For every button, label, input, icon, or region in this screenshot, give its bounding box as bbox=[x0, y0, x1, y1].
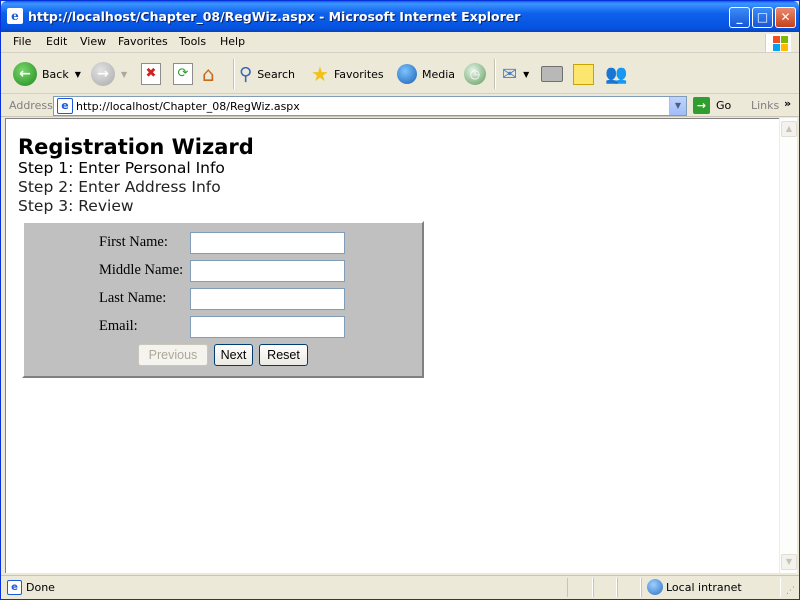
messenger-people-icon: 👥 bbox=[605, 63, 628, 85]
maximize-button[interactable]: □ bbox=[752, 7, 773, 28]
address-label: Address bbox=[9, 99, 53, 112]
security-zone-label: Local intranet bbox=[666, 581, 742, 594]
first-name-label: First Name: bbox=[99, 234, 168, 250]
email-field[interactable] bbox=[190, 316, 345, 338]
scroll-up-arrow-icon[interactable]: ▲ bbox=[781, 121, 797, 137]
last-name-field[interactable] bbox=[190, 288, 345, 310]
status-bar: e Done Local intranet ⋰ bbox=[1, 575, 799, 599]
print-button[interactable] bbox=[541, 60, 563, 88]
wizard-form-panel: First Name: Middle Name: Last Name: Emai… bbox=[22, 221, 424, 378]
browser-window: e http://localhost/Chapter_08/RegWiz.asp… bbox=[0, 0, 800, 600]
status-pane bbox=[617, 578, 641, 597]
forward-dropdown-icon[interactable]: ▼ bbox=[121, 70, 127, 79]
last-name-label: Last Name: bbox=[99, 290, 167, 306]
status-pane bbox=[567, 578, 593, 597]
step-1-label: Step 1: Enter Personal Info bbox=[18, 159, 225, 177]
history-button[interactable]: ◷ bbox=[464, 60, 486, 88]
ie-page-icon: e bbox=[7, 580, 22, 595]
resize-grip-icon[interactable]: ⋰ bbox=[786, 586, 795, 596]
mail-envelope-icon: ✉ bbox=[502, 63, 518, 85]
windows-logo-icon bbox=[765, 34, 791, 52]
title-bar[interactable]: e http://localhost/Chapter_08/RegWiz.asp… bbox=[1, 1, 799, 32]
next-button[interactable]: Next bbox=[214, 344, 253, 366]
stop-icon: ✖ bbox=[141, 63, 161, 85]
printer-icon bbox=[541, 66, 563, 82]
step-2-label: Step 2: Enter Address Info bbox=[18, 178, 221, 196]
middle-name-label: Middle Name: bbox=[99, 262, 184, 278]
favorites-button[interactable]: ★ Favorites bbox=[311, 60, 384, 88]
forward-arrow-icon: → bbox=[91, 62, 115, 86]
search-label: Search bbox=[257, 67, 295, 81]
menu-view[interactable]: View bbox=[80, 35, 106, 48]
go-button[interactable]: → Go bbox=[693, 97, 731, 114]
first-name-field[interactable] bbox=[190, 232, 345, 254]
edit-note-icon bbox=[573, 63, 594, 85]
home-button[interactable]: ⌂ bbox=[202, 60, 215, 88]
minimize-button[interactable]: _ bbox=[729, 7, 750, 28]
back-label: Back bbox=[42, 67, 69, 81]
edit-button[interactable] bbox=[573, 60, 594, 88]
back-button[interactable]: ← Back ▼ bbox=[13, 60, 81, 88]
address-dropdown-icon[interactable]: ▼ bbox=[669, 97, 686, 115]
menu-tools[interactable]: Tools bbox=[179, 35, 206, 48]
media-globe-icon bbox=[397, 64, 417, 84]
search-icon: ⚲ bbox=[239, 63, 253, 85]
forward-button[interactable]: → ▼ bbox=[91, 60, 127, 88]
menu-favorites[interactable]: Favorites bbox=[118, 35, 168, 48]
favorites-star-icon: ★ bbox=[311, 62, 329, 86]
step-3-label: Step 3: Review bbox=[18, 197, 134, 215]
media-label: Media bbox=[422, 67, 456, 81]
links-label[interactable]: Links bbox=[751, 99, 779, 112]
go-arrow-icon: → bbox=[693, 97, 710, 114]
reset-button[interactable]: Reset bbox=[259, 344, 308, 366]
menu-file[interactable]: File bbox=[13, 35, 31, 48]
address-url[interactable]: http://localhost/Chapter_08/RegWiz.aspx bbox=[76, 100, 300, 113]
media-button[interactable]: Media bbox=[397, 60, 455, 88]
email-label: Email: bbox=[99, 318, 138, 334]
messenger-button[interactable]: 👥 bbox=[605, 60, 627, 88]
go-label: Go bbox=[716, 99, 732, 112]
page-title: Registration Wizard bbox=[18, 135, 254, 159]
refresh-button[interactable]: ⟳ bbox=[173, 60, 193, 88]
search-button[interactable]: ⚲ Search bbox=[239, 60, 295, 88]
mail-dropdown-icon[interactable]: ▼ bbox=[523, 70, 529, 79]
ie-page-icon: e bbox=[7, 8, 23, 24]
previous-button[interactable]: Previous bbox=[138, 344, 208, 366]
links-chevron-icon[interactable]: » bbox=[784, 97, 791, 110]
middle-name-field[interactable] bbox=[190, 260, 345, 282]
intranet-globe-icon bbox=[647, 579, 663, 595]
address-bar: Address e http://localhost/Chapter_08/Re… bbox=[1, 95, 799, 117]
status-pane bbox=[593, 578, 617, 597]
home-icon: ⌂ bbox=[202, 62, 215, 86]
stop-button[interactable]: ✖ bbox=[141, 60, 161, 88]
scroll-down-arrow-icon[interactable]: ▼ bbox=[781, 554, 797, 570]
history-clock-icon: ◷ bbox=[464, 63, 486, 85]
close-button[interactable]: ✕ bbox=[775, 7, 796, 28]
menu-help[interactable]: Help bbox=[220, 35, 245, 48]
favorites-label: Favorites bbox=[333, 67, 384, 81]
menu-bar: File Edit View Favorites Tools Help bbox=[1, 32, 799, 53]
vertical-scrollbar[interactable]: ▲ ▼ bbox=[779, 118, 797, 573]
mail-button[interactable]: ✉ ▼ bbox=[502, 60, 529, 88]
page-content: Registration Wizard Step 1: Enter Person… bbox=[5, 118, 779, 573]
toolbar-separator bbox=[233, 59, 235, 89]
refresh-icon: ⟳ bbox=[173, 63, 193, 85]
standard-toolbar: ← Back ▼ → ▼ ✖ ⟳ ⌂ ⚲ Search ★ Favorites … bbox=[1, 54, 799, 94]
back-dropdown-icon[interactable]: ▼ bbox=[75, 70, 81, 79]
back-arrow-icon: ← bbox=[13, 62, 37, 86]
address-input[interactable]: e http://localhost/Chapter_08/RegWiz.asp… bbox=[53, 96, 687, 116]
ie-page-icon: e bbox=[57, 98, 73, 114]
window-title: http://localhost/Chapter_08/RegWiz.aspx … bbox=[28, 9, 521, 24]
status-text: Done bbox=[26, 581, 55, 594]
menu-edit[interactable]: Edit bbox=[46, 35, 67, 48]
toolbar-separator bbox=[494, 59, 496, 89]
